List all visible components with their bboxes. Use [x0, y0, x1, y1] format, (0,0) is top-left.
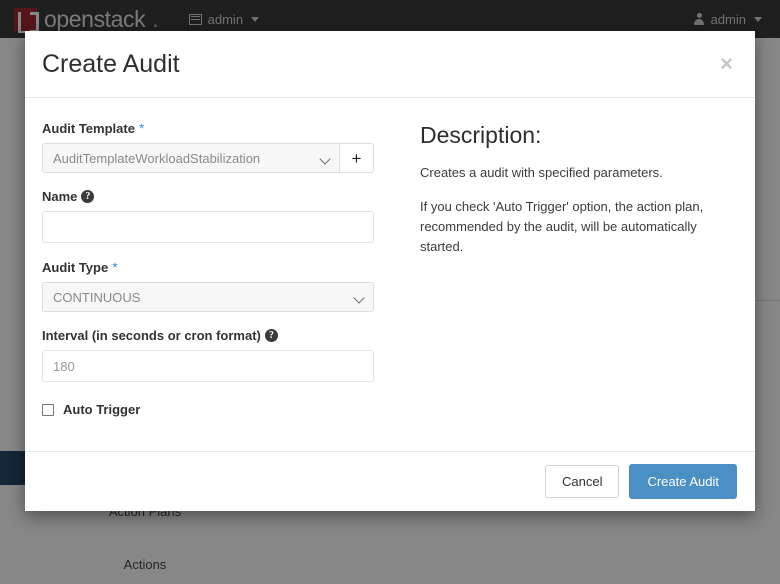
cancel-button[interactable]: Cancel — [544, 465, 620, 498]
interval-label-row: Interval (in seconds or cron format) ? — [42, 328, 406, 343]
description-title: Description: — [420, 122, 542, 148]
field-audit-template: Audit Template * AuditTemplateWorkloadSt… — [42, 120, 406, 173]
required-asterisk: * — [112, 259, 118, 275]
help-icon[interactable]: ? — [264, 329, 278, 342]
required-asterisk: * — [138, 120, 145, 136]
name-label-row: Name ? — [42, 189, 406, 204]
page-root: openstack . admin admin P A Action Plans… — [0, 0, 780, 584]
audit-type-label: Audit Type — [42, 259, 109, 275]
dialog-body: Audit Template * AuditTemplateWorkloadSt… — [25, 98, 755, 451]
description-paragraph-1: Creates a audit with specified parameter… — [420, 165, 663, 180]
auto-trigger-label: Auto Trigger — [63, 402, 141, 417]
audit-template-label: Audit Template — [42, 120, 135, 136]
close-icon[interactable]: × — [716, 51, 737, 77]
dialog-header: Create Audit × — [25, 31, 755, 98]
audit-type-select[interactable]: CONTINUOUS — [42, 282, 374, 312]
create-audit-dialog: Create Audit × Audit Template * AuditTem… — [25, 31, 755, 511]
add-audit-template-button[interactable]: + — [340, 143, 374, 173]
dialog-title: Create Audit — [42, 49, 180, 78]
audit-template-select[interactable]: AuditTemplateWorkloadStabilization — [42, 143, 340, 173]
auto-trigger-checkbox[interactable] — [42, 403, 54, 416]
audit-template-select-wrap: AuditTemplateWorkloadStabilization — [42, 143, 340, 173]
create-audit-button[interactable]: Create Audit — [629, 464, 737, 499]
dialog-footer: Cancel Create Audit — [25, 451, 755, 511]
audit-template-label-row: Audit Template * — [42, 120, 406, 136]
form-column: Audit Template * AuditTemplateWorkloadSt… — [42, 120, 406, 451]
audit-type-select-wrap: CONTINUOUS — [42, 282, 374, 312]
name-label: Name — [42, 189, 78, 204]
name-input[interactable] — [42, 211, 374, 243]
interval-label: Interval (in seconds or cron format) — [42, 328, 261, 343]
field-audit-type: Audit Type * CONTINUOUS — [42, 259, 406, 312]
help-icon[interactable]: ? — [81, 190, 95, 203]
description-column: Description: Creates a audit with specif… — [406, 120, 737, 451]
audit-type-label-row: Audit Type * — [42, 259, 406, 275]
interval-input[interactable] — [42, 350, 374, 382]
field-interval: Interval (in seconds or cron format) ? — [42, 328, 406, 382]
description-paragraph-2: If you check 'Auto Trigger' option, the … — [420, 199, 704, 255]
auto-trigger-row[interactable]: Auto Trigger — [42, 402, 406, 417]
field-name: Name ? — [42, 189, 406, 243]
audit-template-input-group: AuditTemplateWorkloadStabilization + — [42, 143, 406, 173]
